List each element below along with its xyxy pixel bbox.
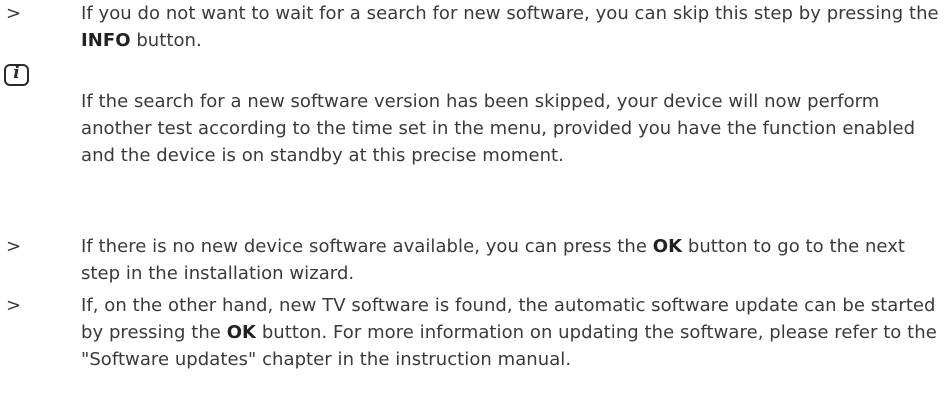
- step-text: If there is no new device software avail…: [81, 236, 906, 284]
- ok-button-label: OK: [226, 322, 257, 343]
- step-marker: >: [6, 295, 22, 316]
- ok-button-label: OK: [652, 236, 683, 257]
- info-button-label: INFO: [81, 30, 131, 51]
- step-marker: >: [6, 236, 22, 257]
- step-text: If you do not want to wait for a search …: [81, 3, 939, 51]
- step-marker: >: [6, 3, 22, 24]
- step-text: If, on the other hand, new TV software i…: [81, 295, 937, 370]
- info-icon: i: [4, 63, 29, 86]
- info-note-text: If the search for a new software version…: [81, 91, 916, 166]
